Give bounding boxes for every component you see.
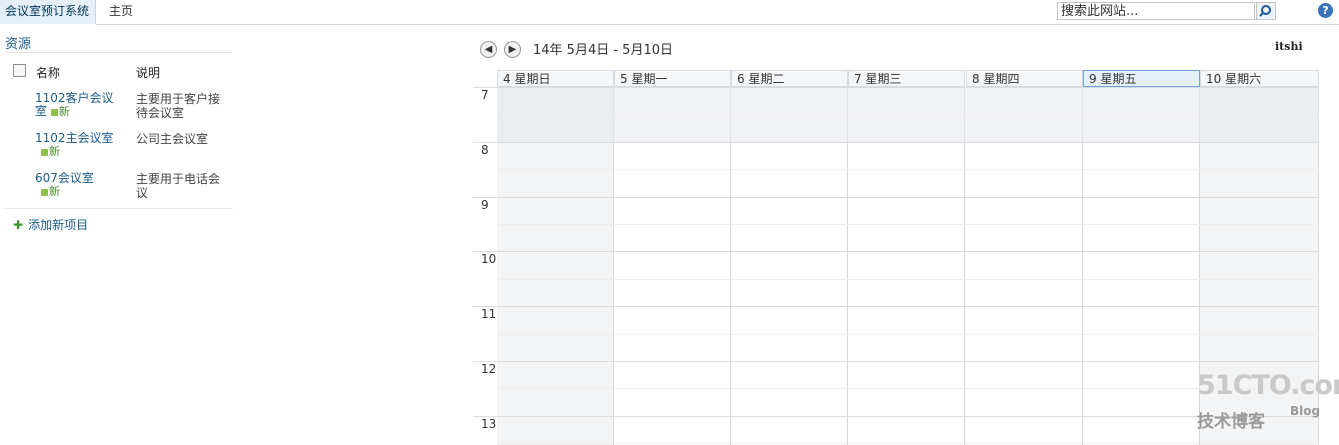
hour-line <box>473 361 1319 362</box>
half-hour-line <box>497 224 1319 225</box>
half-hour-line <box>497 278 1319 280</box>
hour-label: 8 <box>481 142 489 157</box>
day-header[interactable]: 10 星期六 <box>1200 70 1319 87</box>
hour-line <box>473 251 1319 253</box>
hour-label: 12 <box>481 362 497 376</box>
resource-description: 主要用于电话会议 <box>136 172 221 200</box>
date-range-title: 14年 5月4日 - 5月10日 <box>533 43 673 58</box>
hour-line <box>473 415 1319 417</box>
next-week-button[interactable]: ▶ <box>504 41 521 58</box>
help-button[interactable]: ? <box>1318 3 1333 18</box>
half-hour-line <box>497 443 1319 445</box>
hour-label: 9 <box>481 197 489 212</box>
resource-name[interactable]: 1102主会议室 <box>35 132 115 145</box>
hour-line <box>473 306 1319 308</box>
tab-meeting-room-system[interactable]: 会议室预订系统 <box>0 0 96 25</box>
week-calendar-grid: 4 星期日 5 星期一 6 星期二 7 星期三 8 星期四 9 星期五 10 星期六 7 8 9… <box>473 70 1319 445</box>
hour-label: 13 <box>481 416 497 431</box>
new-badge: 新 <box>41 145 60 158</box>
resource-name-cont[interactable]: 室 <box>35 104 47 118</box>
day-header[interactable]: 7 星期三 <box>848 70 965 87</box>
half-hour-line <box>497 169 1319 171</box>
divider <box>5 52 233 53</box>
user-name[interactable]: itshi <box>1275 40 1303 53</box>
hour-line <box>473 196 1319 198</box>
new-badge: 新 <box>41 185 60 198</box>
hour-line <box>473 141 1319 143</box>
hour-label: 11 <box>481 307 497 322</box>
resource-item[interactable]: 607会议室 新 <box>35 172 115 199</box>
arrow-left-icon: ◀ <box>484 44 493 55</box>
search-icon <box>1259 5 1271 17</box>
resources-title[interactable]: 资源 <box>5 33 31 52</box>
column-header-description[interactable]: 说明 <box>136 64 160 81</box>
add-new-item-link[interactable]: ✚ 添加新项目 <box>13 216 88 233</box>
day-header[interactable]: 8 星期四 <box>966 70 1083 87</box>
resource-description: 主要用于客户接 待会议室 <box>136 92 221 120</box>
half-hour-line <box>497 333 1319 335</box>
day-header[interactable]: 6 星期二 <box>731 70 848 87</box>
resource-name[interactable]: 607会议室 <box>35 172 115 185</box>
column-header-name[interactable]: 名称 <box>36 64 60 81</box>
hour-label: 10 <box>481 252 497 267</box>
hour-label: 7 <box>481 88 489 102</box>
search-input[interactable]: 搜索此网站... <box>1057 2 1255 20</box>
day-header[interactable]: 5 星期一 <box>614 70 731 87</box>
tab-home[interactable]: 主页 <box>104 0 138 24</box>
new-badge: 新 <box>50 105 70 118</box>
search-button[interactable] <box>1256 2 1276 20</box>
day-header[interactable]: 9 星期五 <box>1083 70 1200 87</box>
watermark-logo: 51CTO.com <box>1197 370 1339 401</box>
top-nav-bar: 会议室预订系统 主页 搜索此网站... ? <box>0 0 1339 25</box>
resource-description: 公司主会议室 <box>136 132 209 146</box>
hour-line <box>473 87 1319 88</box>
select-all-checkbox[interactable] <box>13 64 26 77</box>
resource-item[interactable]: 1102客户会议 室 新 <box>35 92 115 119</box>
watermark-blog: Blog <box>1290 404 1321 418</box>
plus-icon: ✚ <box>13 218 24 232</box>
watermark-text: 技术博客 <box>1197 412 1265 432</box>
half-hour-line <box>497 114 1319 116</box>
prev-week-button[interactable]: ◀ <box>480 41 497 58</box>
resource-item[interactable]: 1102主会议室 新 <box>35 132 115 159</box>
divider <box>5 208 233 209</box>
day-header[interactable]: 4 星期日 <box>497 70 614 87</box>
half-hour-line <box>497 388 1319 390</box>
arrow-right-icon: ▶ <box>508 44 517 55</box>
